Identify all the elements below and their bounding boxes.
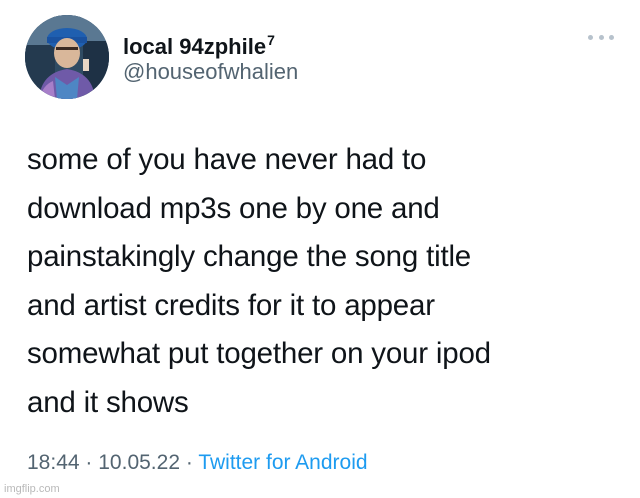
tweet-text-line: and it shows — [27, 385, 189, 419]
more-horizontal-icon-dot — [588, 34, 593, 40]
avatar[interactable] — [25, 15, 109, 99]
tweet-text: some of you have never had to download m… — [27, 136, 617, 427]
tweet-source-link[interactable]: Twitter for Android — [198, 451, 367, 474]
separator-dot: · — [185, 451, 193, 474]
display-name-superscript: 7 — [267, 32, 275, 48]
tweet-text-line: some of you have never had to — [27, 143, 427, 176]
tweet-text-line: painstakingly change the song title — [27, 240, 471, 273]
more-horizontal-icon-dot — [598, 34, 604, 40]
avatar-image — [25, 15, 109, 99]
tweet-text-line: somewhat put together on your ipod — [27, 337, 491, 370]
tweet-text-line: and artist credits for it to appear — [27, 288, 435, 322]
more-options-button[interactable] — [588, 30, 614, 44]
separator-dot: · — [85, 451, 93, 474]
more-horizontal-icon-dot — [609, 34, 614, 40]
display-name-text: local 94zphile — [123, 34, 267, 59]
tweet-text-line: download mp3s one by one and — [27, 191, 440, 225]
user-handle[interactable]: @houseofwhalien — [123, 58, 298, 86]
display-name[interactable]: local 94zphile7 — [123, 26, 275, 61]
tweet-date[interactable]: 10.05.22 — [98, 451, 180, 474]
tweet-card: local 94zphile7 @houseofwhalien some of … — [0, 0, 640, 498]
watermark: imgflip.com — [4, 483, 60, 495]
tweet-time[interactable]: 18:44 — [27, 451, 80, 474]
tweet-metadata: 18:44 · 10.05.22 · Twitter for Android — [27, 448, 368, 478]
